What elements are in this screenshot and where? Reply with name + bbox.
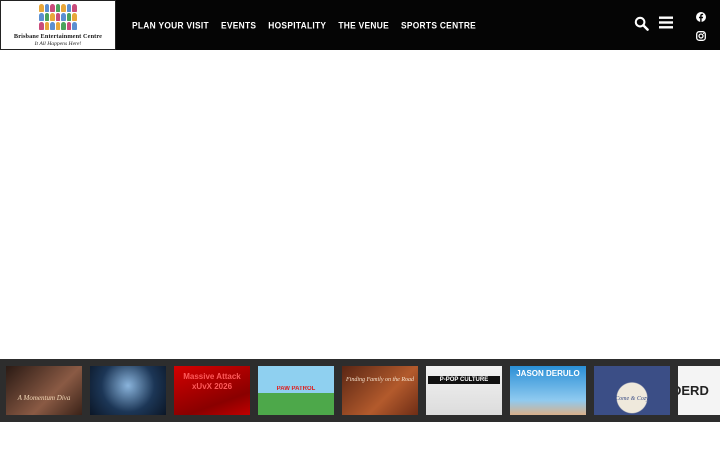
nav-the-venue[interactable]: THE VENUE	[338, 19, 389, 30]
event-tile-title: Finding Family on the Road	[346, 377, 414, 383]
event-tile[interactable]: JASON DERULO	[510, 366, 586, 415]
logo-mark-icon	[39, 4, 77, 30]
hamburger-menu-icon[interactable]	[659, 16, 673, 29]
event-tile-title: Massive Attack xUvX 2026	[183, 372, 241, 391]
event-tile[interactable]: P-POP CULTURE	[426, 366, 502, 415]
event-tile-title: P-POP CULTURE	[428, 376, 500, 384]
event-tile[interactable]: Finding Family on the Road	[342, 366, 418, 415]
event-tile-title: PAW PATROL	[276, 386, 316, 392]
event-tile-title: JASON DERULO	[516, 369, 580, 378]
event-tile[interactable]	[90, 366, 166, 415]
nav-hospitality[interactable]: HOSPITALITY	[268, 19, 326, 30]
search-icon[interactable]	[634, 16, 649, 31]
facebook-icon[interactable]	[696, 12, 706, 22]
site-logo[interactable]: Brisbane Entertainment Centre It All Hap…	[0, 0, 116, 50]
event-tile-title: Come & Cozy	[615, 396, 649, 402]
brand-name: Brisbane Entertainment Centre	[13, 33, 103, 40]
brand-tagline: It All Happens Here!	[34, 41, 82, 47]
instagram-icon[interactable]	[696, 31, 706, 41]
events-carousel[interactable]: A Momentum Diva Massive Attack xUvX 2026…	[0, 359, 720, 422]
event-tile[interactable]: Come & Cozy	[594, 366, 670, 415]
main-nav: PLAN YOUR VISIT EVENTS HOSPITALITY THE V…	[132, 0, 476, 50]
event-tile-title: A Momentum Diva	[17, 394, 71, 402]
nav-plan-your-visit[interactable]: PLAN YOUR VISIT	[132, 19, 209, 30]
nav-events[interactable]: EVENTS	[221, 19, 256, 30]
event-tile-title: DERD	[678, 383, 709, 398]
event-tile[interactable]: DERD	[678, 366, 720, 415]
nav-sports-centre[interactable]: SPORTS CENTRE	[401, 19, 476, 30]
event-tile[interactable]: PAW PATROL	[258, 366, 334, 415]
event-tile[interactable]: Massive Attack xUvX 2026	[174, 366, 250, 415]
event-tile[interactable]: A Momentum Diva	[6, 366, 82, 415]
site-header: Brisbane Entertainment Centre It All Hap…	[0, 0, 720, 50]
